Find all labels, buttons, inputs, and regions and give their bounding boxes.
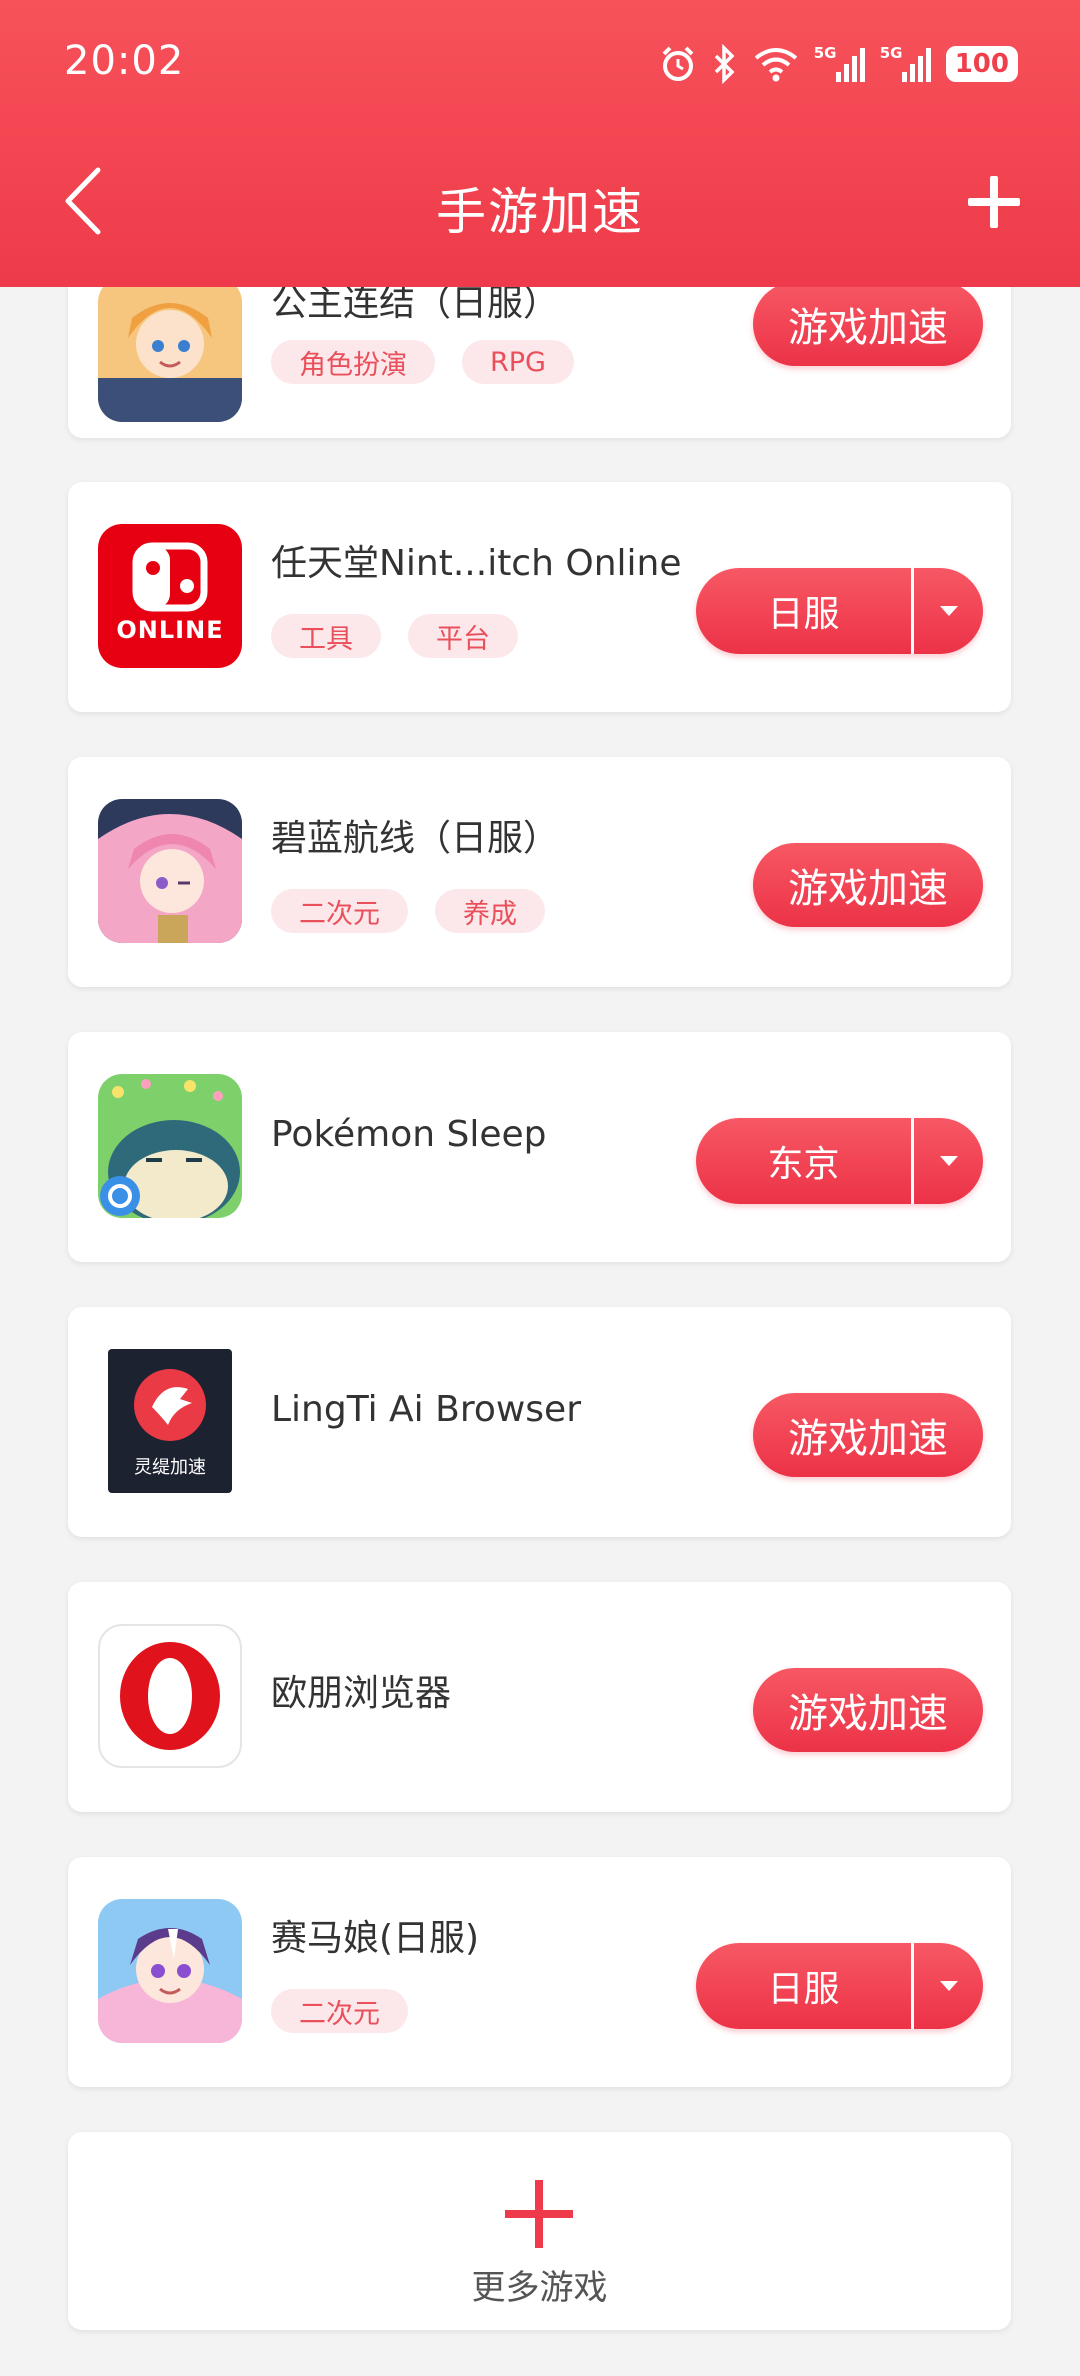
tag: 平台 xyxy=(408,614,518,658)
game-card[interactable]: 灵缇加速 LingTi Ai Browser 游戏加速 xyxy=(68,1307,1011,1537)
wifi-icon xyxy=(754,48,797,82)
game-card[interactable]: ONLINE 任天堂Nint...itch Online 工具 平台 日服 xyxy=(68,482,1011,712)
region-select-button[interactable]: 东京 xyxy=(696,1118,983,1204)
accelerate-button[interactable]: 游戏加速 xyxy=(753,843,983,927)
status-bar: 20:02 5G 5G 100 xyxy=(0,0,1080,120)
icon-label: ONLINE xyxy=(116,616,224,644)
region-label[interactable]: 日服 xyxy=(696,568,911,654)
page-title: 手游加速 xyxy=(436,183,644,241)
signal-5g-icon: 5G xyxy=(814,44,866,84)
game-card[interactable]: 赛马娘(日服) 二次元 日服 xyxy=(68,1857,1011,2087)
tag: 工具 xyxy=(271,614,381,658)
dropdown-arrow-icon[interactable] xyxy=(914,1118,983,1204)
plus-icon xyxy=(968,176,1020,228)
region-select-button[interactable]: 日服 xyxy=(696,1943,983,2029)
dropdown-arrow-icon[interactable] xyxy=(914,1943,983,2029)
game-icon-umamusume xyxy=(98,1899,242,2043)
more-games-button[interactable]: 更多游戏 xyxy=(68,2132,1011,2330)
game-icon-princess-connect xyxy=(98,278,242,422)
tag: 二次元 xyxy=(271,889,408,933)
game-name: LingTi Ai Browser xyxy=(271,1389,582,1430)
game-card[interactable]: Pokémon Sleep 东京 xyxy=(68,1032,1011,1262)
game-name: 碧蓝航线（日服） xyxy=(271,818,560,859)
opera-logo-icon xyxy=(120,1642,220,1750)
game-card[interactable]: 欧朋浏览器 游戏加速 xyxy=(68,1582,1011,1812)
accelerate-button[interactable]: 游戏加速 xyxy=(753,282,983,366)
battery-indicator: 100 xyxy=(945,46,1018,82)
region-label[interactable]: 东京 xyxy=(696,1118,911,1204)
add-button[interactable] xyxy=(966,174,1022,230)
status-icons: 5G 5G 100 xyxy=(658,40,1018,88)
tag: 养成 xyxy=(435,889,545,933)
switch-logo-icon xyxy=(132,542,208,612)
plus-icon[interactable] xyxy=(501,2176,577,2252)
tag: 二次元 xyxy=(271,1989,408,2033)
region-label[interactable]: 日服 xyxy=(696,1943,911,2029)
icon-label: 灵缇加速 xyxy=(134,1457,206,1478)
game-icon-azur-lane xyxy=(98,799,242,943)
bluetooth-icon xyxy=(714,44,735,84)
game-icon-lingti-browser: 灵缇加速 xyxy=(108,1349,232,1493)
game-name: 任天堂Nint...itch Online xyxy=(271,543,682,584)
game-card[interactable]: 碧蓝航线（日服） 二次元 养成 游戏加速 xyxy=(68,757,1011,987)
app-header: 20:02 5G 5G 100 手游加速 xyxy=(0,0,1080,287)
game-name: Pokémon Sleep xyxy=(271,1114,547,1155)
tag: 角色扮演 xyxy=(271,340,435,384)
dropdown-arrow-icon[interactable] xyxy=(914,568,983,654)
tag-list: 角色扮演 RPG xyxy=(271,340,574,384)
game-name: 欧朋浏览器 xyxy=(271,1673,452,1714)
tag-list: 二次元 xyxy=(271,1989,408,2033)
game-name: 赛马娘(日服) xyxy=(271,1918,480,1959)
region-select-button[interactable]: 日服 xyxy=(696,568,983,654)
alarm-icon xyxy=(662,46,694,81)
tag-list: 工具 平台 xyxy=(271,614,518,658)
status-time: 20:02 xyxy=(64,38,185,84)
signal-5g-icon: 5G xyxy=(880,44,932,84)
game-icon-nintendo-switch-online: ONLINE xyxy=(98,524,242,668)
game-icon-pokemon-sleep xyxy=(98,1074,242,1218)
game-icon-opera-browser xyxy=(98,1624,242,1768)
more-games-label: 更多游戏 xyxy=(471,2268,608,2308)
tag-list: 二次元 养成 xyxy=(271,889,545,933)
accelerate-button[interactable]: 游戏加速 xyxy=(753,1668,983,1752)
tag: RPG xyxy=(462,340,574,384)
accelerate-button[interactable]: 游戏加速 xyxy=(753,1393,983,1477)
